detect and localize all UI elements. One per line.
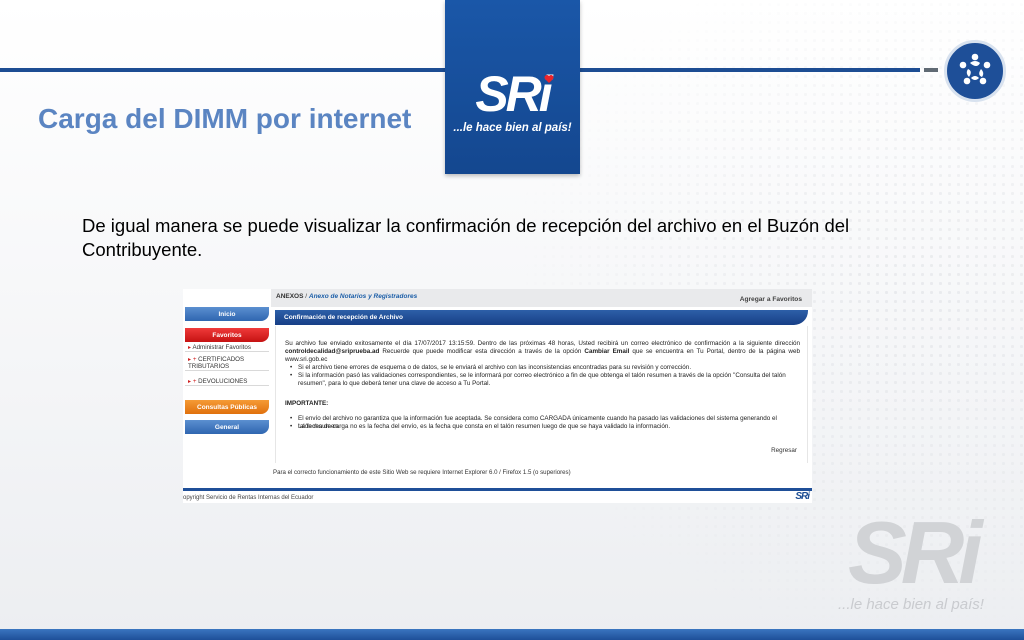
watermark-slogan: ...le hace bien al país!: [838, 596, 984, 613]
email-address: controldecalidad@sriprueba.ad: [285, 348, 380, 356]
footer-note: Para el correcto funcionamiento de este …: [273, 469, 571, 476]
submenu-certificados[interactable]: ▸ + CERTIFICADOS TRIBUTARIOS: [185, 356, 269, 371]
menu-favoritos[interactable]: Favoritos: [185, 328, 269, 342]
top-rule-dash: [924, 68, 938, 72]
people-icon: [959, 53, 991, 85]
breadcrumb: ANEXOS / Anexo de Notarios y Registrador…: [276, 293, 418, 300]
arrow-icon: ▸ +: [188, 378, 199, 385]
menu-consultas-publicas[interactable]: Consultas Públicas: [185, 400, 269, 414]
mini-sri-logo: SRi: [795, 491, 810, 502]
breadcrumb-page[interactable]: Anexo de Notarios y Registradores: [309, 293, 417, 300]
bullet-item: Si el archivo tiene errores de esquema o…: [290, 364, 790, 372]
sri-logo-text: SRi: [475, 66, 552, 122]
option-name: Cambiar Email: [584, 348, 630, 356]
bottom-rule: [0, 629, 1024, 640]
footer-bar: [183, 488, 812, 491]
submenu-administrar-favoritos[interactable]: ▸ Administrar Favoritos: [185, 344, 269, 352]
menu-inicio[interactable]: Inicio: [185, 307, 269, 321]
heart-icon: [544, 75, 554, 83]
confirmation-message: Su archivo fue enviado exitosamente el d…: [285, 340, 800, 365]
sri-logo-banner: SRi ...le hace bien al país!: [445, 0, 580, 174]
body-text: De igual manera se puede visualizar la c…: [82, 215, 850, 260]
people-circle-icon: [944, 40, 1006, 102]
top-rule-right: [580, 68, 920, 72]
page-title: Carga del DIMM por internet: [38, 103, 412, 134]
submenu-label: Administrar Favoritos: [192, 344, 251, 351]
message-mid: Recuerde que puede modificar esta direcc…: [379, 348, 585, 356]
back-link[interactable]: Regresar: [771, 447, 797, 454]
top-rule-left: [0, 68, 445, 72]
important-label: IMPORTANTE:: [285, 400, 329, 407]
submenu-devoluciones[interactable]: ▸ + DEVOLUCIONES: [185, 378, 269, 386]
copyright: opyright Servicio de Rentas Internas del…: [183, 495, 314, 501]
confirmation-panel: Su archivo fue enviado exitosamente el d…: [275, 326, 808, 463]
bullet-item: Si la información pasó las validaciones …: [290, 372, 790, 387]
important-bullet: La fecha de carga no es la fecha del env…: [290, 423, 790, 431]
arrow-icon: ▸ +: [188, 356, 199, 363]
embedded-screenshot: ANEXOS / Anexo de Notarios y Registrador…: [183, 289, 812, 503]
sri-watermark: SRi ...le hace bien al país!: [838, 503, 998, 618]
submenu-label: DEVOLUCIONES: [198, 378, 248, 385]
breadcrumb-section[interactable]: ANEXOS: [276, 293, 303, 300]
sri-logo-mark: SRi: [475, 66, 554, 122]
menu-general[interactable]: General: [185, 420, 269, 434]
message-intro: Su archivo fue enviado exitosamente el d…: [285, 340, 800, 347]
add-favorites-link[interactable]: Agregar a Favoritos: [740, 296, 802, 303]
panel-title: Confirmación de recepción de Archivo: [275, 310, 808, 325]
sri-logo-slogan: ...le hace bien al país!: [453, 122, 572, 134]
watermark-text: SRi: [848, 503, 983, 602]
